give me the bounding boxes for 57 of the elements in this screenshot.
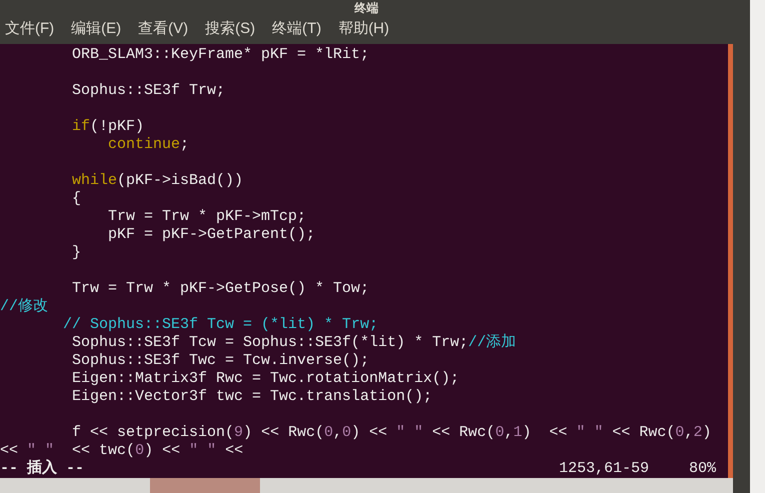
comment-text: // Sophus::SE3f Tcw = (*lit) * Trw; (63, 316, 378, 333)
number-text: 9 (234, 424, 244, 441)
code-text: << Rwc( (612, 424, 676, 441)
string-text: " " (27, 442, 54, 459)
code-text: ; (180, 136, 190, 153)
menu-item[interactable]: 终端(T) (272, 18, 322, 41)
scroll-percent: 80% (689, 460, 716, 478)
code-text: (!pKF) (90, 118, 144, 135)
code-text: ORB_SLAM3::KeyFrame* pKF = *lRit; (72, 46, 370, 63)
number-text: 2 (693, 424, 702, 441)
number-text: 1 (513, 424, 522, 441)
code-text: ) << (522, 424, 568, 441)
code-text: Eigen::Vector3f twc = Twc.translation(); (72, 388, 432, 405)
code-text: << twc( (72, 442, 136, 459)
menu-item[interactable]: 编辑(E) (71, 18, 122, 41)
number-text: 0 (324, 424, 334, 441)
code-text: << Rwc( (432, 424, 496, 441)
keyword-text: continue (108, 136, 180, 153)
code-text: Eigen::Matrix3f Rwc = Twc.rotationMatrix(); (72, 370, 460, 387)
code-text: { (72, 190, 82, 207)
mode-indicator: -- 插入 -- (0, 460, 84, 478)
code-text: ) << Rwc( (243, 424, 324, 441)
code-text: Sophus::SE3f Twc = Tcw.inverse(); (72, 352, 370, 369)
keyword-text: if (72, 118, 90, 135)
code-text: } (72, 244, 82, 261)
window-title: 终端 (354, 1, 378, 15)
comment-text: //添加 (468, 334, 516, 351)
code-text: << (225, 442, 244, 459)
menu-item[interactable]: 查看(V) (138, 18, 188, 41)
menu-item[interactable]: 帮助(H) (338, 18, 390, 41)
code-text: (pKF->isBad()) (117, 172, 244, 189)
code-text: ) << (144, 442, 182, 459)
string-text: " " (396, 424, 424, 441)
code-text: Trw = Trw * pKF->GetPose() * Tow; (72, 280, 370, 297)
number-text: 0 (495, 424, 504, 441)
code-text: ) << (351, 424, 388, 441)
scrollbar[interactable] (728, 44, 733, 478)
string-text: " " (189, 442, 216, 459)
comment-text: //修改 (0, 298, 48, 315)
number-text: 0 (675, 424, 684, 441)
code-text: , (684, 424, 694, 441)
code-text: Sophus::SE3f Tcw = Sophus::SE3f(*lit) * Trw; (72, 334, 468, 351)
number-text: 0 (135, 442, 144, 459)
string-text: " " (576, 424, 604, 441)
code-text: Sophus::SE3f Trw; (72, 82, 226, 99)
keyword-text: while (72, 172, 118, 189)
code-text: f << setprecision( (72, 424, 234, 441)
cursor-position: 1253,61-59 (559, 460, 650, 478)
number-text: 0 (342, 424, 352, 441)
code-text: pKF = pKF->GetParent(); (108, 226, 316, 243)
code-text: ) (702, 424, 712, 441)
code-text: << (0, 442, 20, 459)
code-text: , (333, 424, 342, 441)
code-text: Trw = Trw * pKF->mTcp; (108, 208, 306, 225)
menu-item[interactable]: 搜索(S) (205, 18, 256, 41)
menu-item[interactable]: 文件(F) (5, 18, 54, 41)
code-text: , (504, 424, 514, 441)
